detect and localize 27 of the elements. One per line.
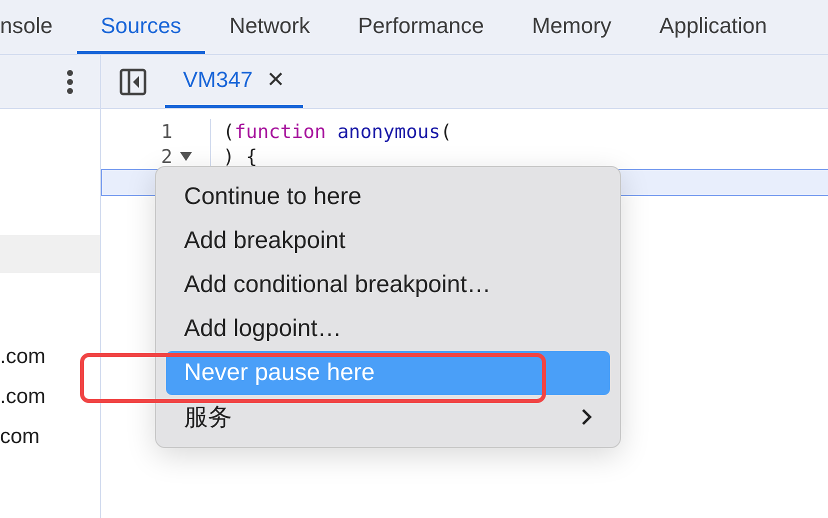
menu-item[interactable]: 服务	[166, 395, 610, 439]
panel-tab[interactable]: Application	[635, 0, 792, 54]
menu-item[interactable]: Add logpoint…	[166, 307, 610, 351]
panel-tab[interactable]: nsole	[0, 0, 77, 54]
menu-item[interactable]: Add breakpoint	[166, 219, 610, 263]
code-line: ) {	[222, 146, 258, 168]
line-number: 2	[161, 146, 172, 168]
close-icon[interactable]: ✕	[266, 67, 285, 93]
file-tab[interactable]: VM347 ✕	[165, 55, 303, 108]
code-line: (function anonymous(	[222, 120, 452, 142]
fold-arrow-icon[interactable]	[180, 152, 192, 161]
file-name: .com	[0, 385, 46, 409]
file-tree-row[interactable]: .com	[0, 338, 100, 376]
panel-tab[interactable]: Performance	[334, 0, 508, 54]
line-number: 1	[161, 120, 172, 142]
file-tree-row[interactable]: .com	[0, 378, 100, 416]
panel-tab[interactable]: Network	[205, 0, 334, 54]
more-icon[interactable]	[66, 70, 74, 94]
panel-tab[interactable]: Memory	[508, 0, 636, 54]
file-name: .com	[0, 345, 46, 369]
menu-item[interactable]: Add conditional breakpoint…	[166, 263, 610, 307]
file-name: com	[0, 425, 40, 449]
file-tab-label: VM347	[183, 67, 253, 93]
chevron-right-icon	[581, 408, 592, 426]
menu-item[interactable]: Continue to here	[166, 175, 610, 219]
toggle-sidebar-icon[interactable]	[119, 68, 147, 96]
file-tree-row[interactable]: com	[0, 418, 100, 456]
